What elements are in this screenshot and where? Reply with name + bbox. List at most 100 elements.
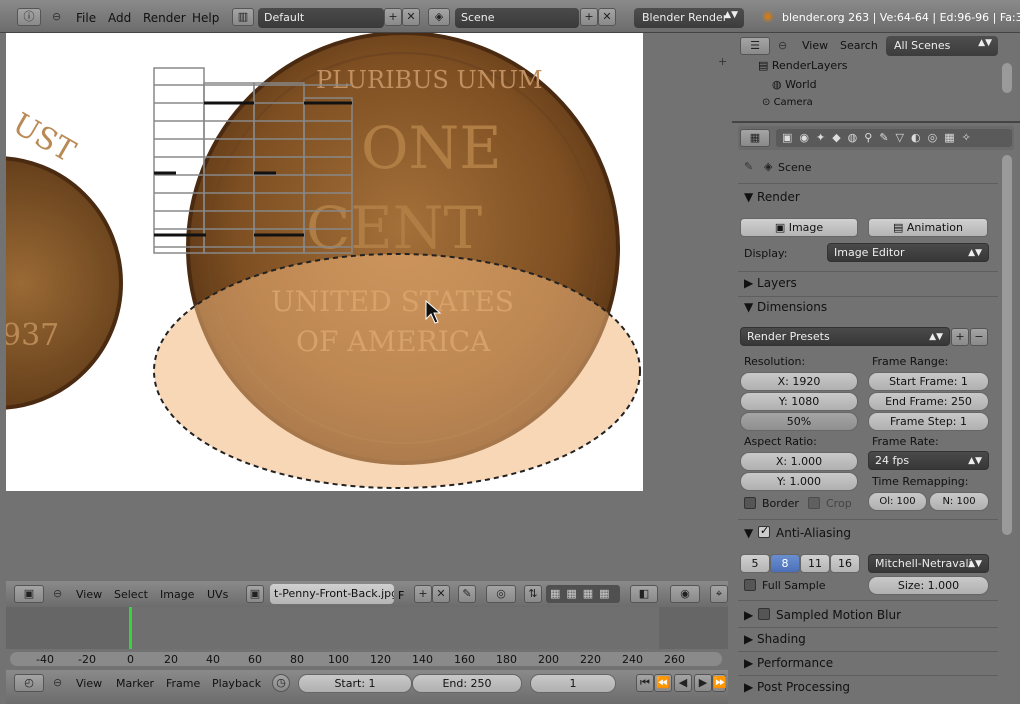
proportional-edit-icon[interactable]: ◉ [670, 585, 700, 603]
resolution-percentage-slider[interactable]: 50% [740, 412, 858, 431]
outliner-filter-dropdown[interactable]: All Scenes ▲▼ [886, 36, 998, 56]
post-processing-panel-header[interactable]: ▶ Post Processing [744, 680, 850, 694]
render-presets-dropdown[interactable]: Render Presets ▲▼ [740, 327, 950, 346]
motion-blur-checkbox[interactable] [758, 608, 770, 620]
sticky-mode-icon[interactable]: ◧ [630, 585, 658, 603]
timeline-menu-marker[interactable]: Marker [116, 677, 154, 690]
outliner-view-menu[interactable]: View [802, 39, 828, 52]
pin-image-icon[interactable]: ✎ [458, 585, 476, 603]
menu-add[interactable]: Add [108, 11, 131, 25]
unlink-image-button[interactable]: ✕ [432, 585, 450, 603]
play-reverse-icon[interactable]: ◀ [674, 674, 692, 692]
aspect-y-field[interactable]: Y: 1.000 [740, 472, 858, 491]
properties-editor-icon[interactable]: ▦ [740, 129, 770, 147]
shading-panel-header[interactable]: ▶ Shading [744, 632, 806, 646]
collapse-icon[interactable]: ⊖ [53, 587, 62, 600]
start-frame-field[interactable]: Start Frame: 1 [868, 372, 989, 391]
timeline-menu-frame[interactable]: Frame [166, 677, 200, 690]
new-image-button[interactable]: + [414, 585, 432, 603]
collapse-icon[interactable]: ⊖ [52, 10, 61, 23]
performance-panel-header[interactable]: ▶ Performance [744, 656, 833, 670]
frame-rate-dropdown[interactable]: 24 fps ▲▼ [868, 451, 989, 470]
collapse-icon[interactable]: ⊖ [53, 676, 62, 689]
motion-blur-panel-header[interactable]: ▶ [744, 608, 753, 622]
outliner-item[interactable]: ⊙ Camera [762, 97, 813, 107]
aspect-x-field[interactable]: X: 1.000 [740, 452, 858, 471]
aa-filter-dropdown[interactable]: Mitchell-Netravali ▲▼ [868, 554, 989, 573]
render-animation-button[interactable]: ▤ Animation [868, 218, 988, 237]
editor-menu-image[interactable]: Image [160, 588, 194, 601]
scene-field[interactable]: Scene [455, 8, 579, 28]
timeline[interactable]: -40 -20 0 20 40 60 80 100 120 140 160 18… [6, 607, 728, 704]
menu-file[interactable]: File [76, 11, 96, 25]
sync-selection-icon[interactable]: ⇅ [524, 585, 542, 603]
menu-render[interactable]: Render [143, 11, 186, 25]
display-dropdown[interactable]: Image Editor ▲▼ [827, 243, 989, 262]
aa-samples-5[interactable]: 5 [740, 554, 770, 573]
filter-size-field[interactable]: Size: 1.000 [868, 576, 989, 595]
remove-scene-button[interactable]: ✕ [598, 8, 616, 26]
end-frame-field[interactable]: End Frame: 250 [868, 392, 989, 411]
end-frame-field[interactable]: End: 250 [412, 674, 522, 693]
aa-samples-11[interactable]: 11 [800, 554, 830, 573]
timeline-menu-playback[interactable]: Playback [212, 677, 261, 690]
editor-menu-select[interactable]: Select [114, 588, 148, 601]
editor-menu-uvs[interactable]: UVs [207, 588, 228, 601]
border-checkbox[interactable] [744, 497, 756, 509]
next-keyframe-icon[interactable]: ⏩ [712, 674, 727, 692]
remove-layout-button[interactable]: ✕ [402, 8, 420, 26]
select-mode-buttons[interactable]: ▦▦▦▦ [546, 585, 620, 603]
aa-samples-16[interactable]: 16 [830, 554, 860, 573]
timeline-track[interactable] [6, 607, 728, 649]
pivot-icon[interactable]: ◎ [486, 585, 516, 603]
dimensions-panel-header[interactable]: ▼ Dimensions [744, 300, 827, 314]
image-editor-type-icon[interactable]: ▣ [14, 585, 44, 603]
time-remap-new-field[interactable]: N: 100 [929, 492, 989, 511]
resolution-y-field[interactable]: Y: 1080 [740, 392, 858, 411]
add-preset-button[interactable]: + [951, 328, 969, 346]
snap-icon[interactable]: ⌖ [710, 585, 728, 603]
timeline-menu-view[interactable]: View [76, 677, 102, 690]
add-layout-button[interactable]: + [384, 8, 402, 26]
menu-help[interactable]: Help [192, 11, 219, 25]
frame-step-field[interactable]: Frame Step: 1 [868, 412, 989, 431]
crop-checkbox[interactable] [808, 497, 820, 509]
current-frame-indicator[interactable] [129, 607, 132, 649]
add-scene-button[interactable]: + [580, 8, 598, 26]
outliner-item[interactable]: ◍ World [772, 78, 817, 91]
jump-start-icon[interactable]: ⏮ [636, 674, 654, 692]
start-frame-field[interactable]: Start: 1 [298, 674, 412, 693]
outliner-item[interactable]: ▤ RenderLayers [758, 59, 847, 72]
current-frame-field[interactable]: 1 [530, 674, 616, 693]
image-name-field[interactable]: t-Penny-Front-Back.jpg [270, 584, 394, 604]
full-sample-checkbox[interactable] [744, 579, 756, 591]
aa-samples-8[interactable]: 8 [770, 554, 800, 573]
collapse-icon[interactable]: ⊖ [778, 39, 787, 52]
image-canvas[interactable]: UST 937 PLURIBUS UNUM ONE CENT UNITED ST… [6, 33, 643, 491]
resolution-x-field[interactable]: X: 1920 [740, 372, 858, 391]
image-browse-icon[interactable]: ▣ [246, 585, 264, 603]
context-tab-icons[interactable]: ▣◉✦◆◍⚲✎▽◐◎▦✧ [776, 129, 1012, 147]
editor-add-icon[interactable]: + [718, 55, 727, 68]
anti-aliasing-panel-header[interactable]: ▼ [744, 526, 753, 540]
properties-scrollbar[interactable] [1002, 155, 1012, 535]
play-icon[interactable]: ▶ [694, 674, 712, 692]
timeline-editor-icon[interactable]: ◴ [14, 674, 44, 692]
info-editor-icon[interactable]: ⓘ [17, 8, 41, 26]
outliner-editor-icon[interactable]: ☰ [740, 37, 770, 55]
screen-layout-icon[interactable]: ▥ [232, 8, 254, 26]
render-panel-header[interactable]: ▼ Render [744, 190, 800, 204]
preview-range-icon[interactable]: ◷ [272, 674, 290, 692]
editor-menu-view[interactable]: View [76, 588, 102, 601]
anti-aliasing-checkbox[interactable]: ✓ [758, 524, 770, 538]
pin-icon[interactable]: ✎ [744, 160, 753, 173]
time-remap-old-field[interactable]: Ol: 100 [868, 492, 927, 511]
scene-icon[interactable]: ◈ [428, 8, 450, 26]
outliner-search-menu[interactable]: Search [840, 39, 878, 52]
layers-panel-header[interactable]: ▶ Layers [744, 276, 797, 290]
outliner-scrollbar[interactable] [1002, 63, 1012, 93]
render-engine-dropdown[interactable]: Blender Render ▲▼ [634, 8, 744, 28]
prev-keyframe-icon[interactable]: ⏪ [654, 674, 672, 692]
remove-preset-button[interactable]: − [970, 328, 988, 346]
fake-user-label[interactable]: F [398, 589, 404, 602]
